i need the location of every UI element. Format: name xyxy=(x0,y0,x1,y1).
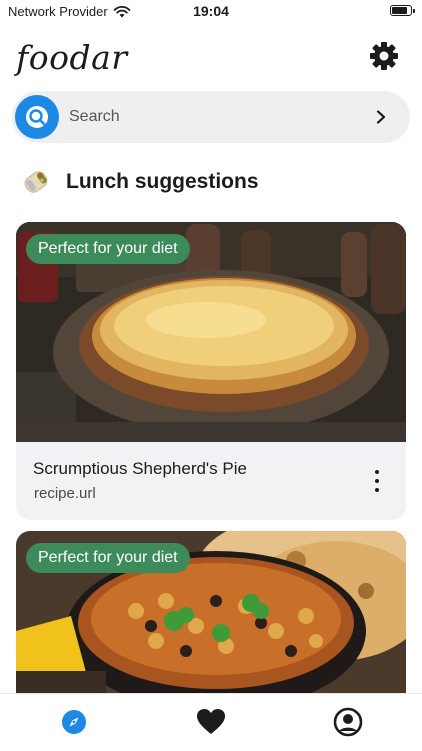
search-bar[interactable]: Search xyxy=(12,91,410,143)
diet-badge: Perfect for your diet xyxy=(26,234,190,264)
burrito-icon xyxy=(24,171,48,193)
search-button[interactable] xyxy=(15,95,59,139)
recipe-title[interactable]: Scrumptious Shepherd's Pie xyxy=(33,459,247,479)
search-icon xyxy=(26,106,48,128)
dot-icon xyxy=(375,488,379,492)
tab-profile[interactable] xyxy=(332,706,364,738)
profile-icon xyxy=(333,707,363,737)
dot-icon xyxy=(375,470,379,474)
tab-favorites[interactable] xyxy=(195,706,227,738)
search-input[interactable]: Search xyxy=(69,108,374,126)
compass-icon xyxy=(62,710,86,734)
chevron-right-icon[interactable] xyxy=(374,110,388,124)
tab-explore[interactable] xyxy=(58,706,90,738)
recipe-url[interactable]: recipe.url xyxy=(34,485,96,502)
section-header: Lunch suggestions xyxy=(18,164,259,200)
recipe-card[interactable]: Perfect for your diet Scrumptious Shephe… xyxy=(16,222,406,520)
app-logo: foodar xyxy=(16,38,128,77)
battery-level xyxy=(392,7,407,14)
status-bar: Network Provider 19:04 xyxy=(0,0,422,24)
diet-badge: Perfect for your diet xyxy=(26,543,190,573)
heart-icon xyxy=(197,709,225,734)
settings-button[interactable] xyxy=(368,40,400,72)
battery-icon xyxy=(390,5,415,16)
gear-icon xyxy=(370,42,398,70)
more-options-button[interactable] xyxy=(374,470,380,494)
recipe-card[interactable]: Perfect for your diet xyxy=(16,531,406,693)
dot-icon xyxy=(375,479,379,483)
tab-bar xyxy=(0,693,422,751)
status-time: 19:04 xyxy=(193,3,229,19)
section-title: Lunch suggestions xyxy=(66,170,259,193)
